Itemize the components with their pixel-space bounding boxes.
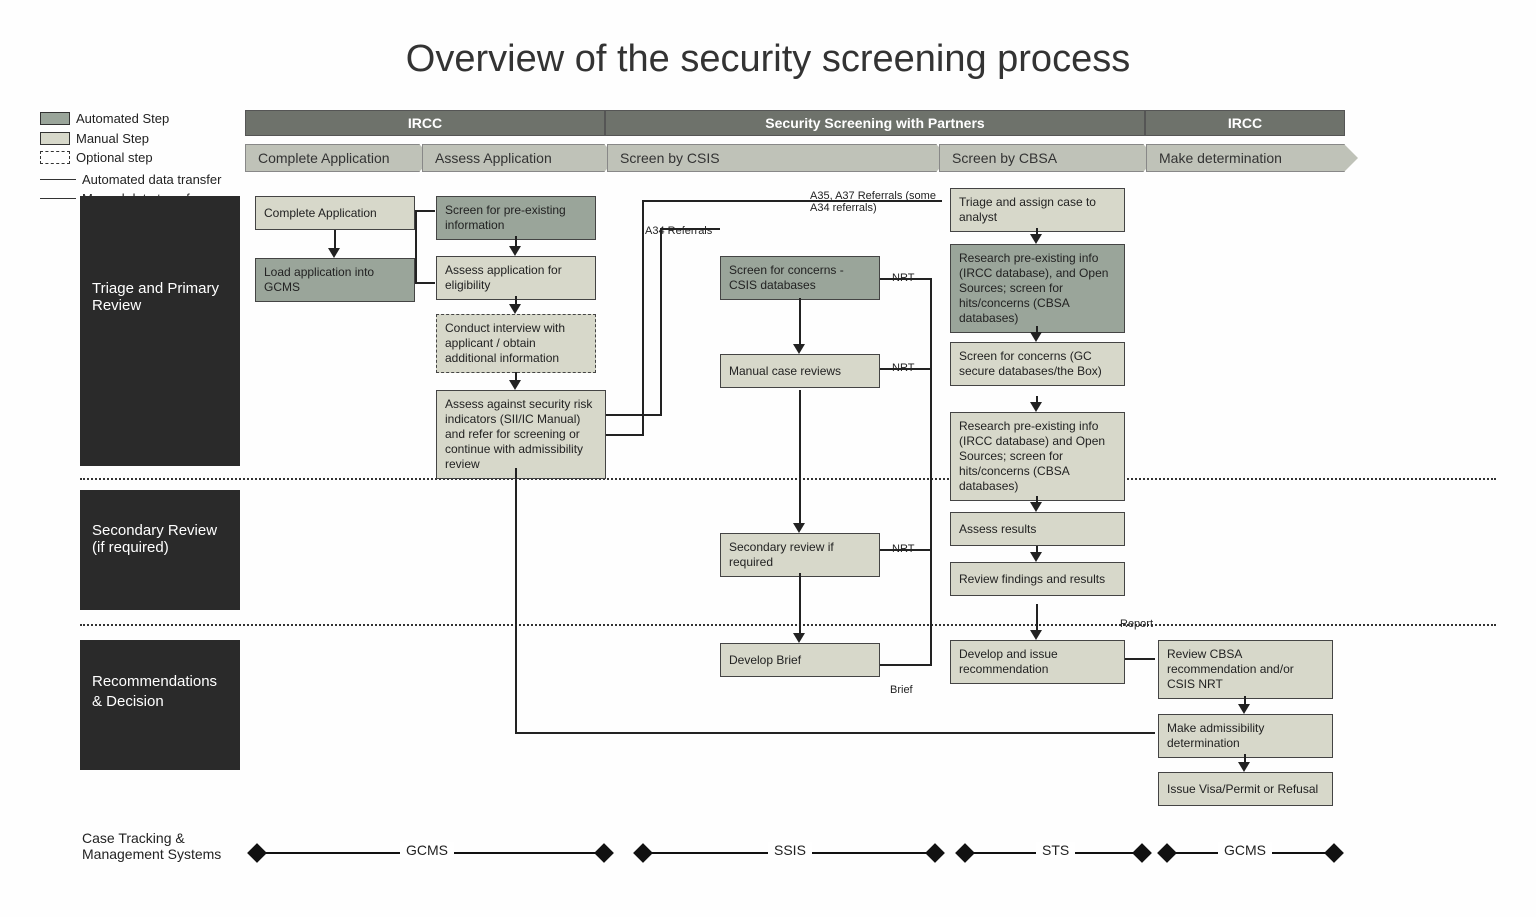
box-secondary-review: Secondary review if required <box>720 533 880 577</box>
arrow <box>606 414 662 416</box>
row-secondary-text: Secondary Review (if required) <box>92 522 228 556</box>
divider-1 <box>80 478 1496 480</box>
legend-swatch-optional <box>40 151 70 164</box>
arrow-icon <box>1030 630 1042 640</box>
arrow <box>799 573 801 635</box>
arrow-icon <box>1030 402 1042 412</box>
box-issue-visa: Issue Visa/Permit or Refusal <box>1158 772 1333 806</box>
arrow <box>1125 658 1155 660</box>
box-develop-brief: Develop Brief <box>720 643 880 677</box>
box-assess-eligibility: Assess application for eligibility <box>436 256 596 300</box>
arrow-icon <box>793 523 805 533</box>
annotation-report: Report <box>1120 618 1153 630</box>
row-triage-text: Triage and Primary Review <box>92 280 228 314</box>
arrow <box>515 732 1155 734</box>
legend-swatch-automated <box>40 112 70 125</box>
arrow <box>930 278 932 664</box>
diamond-icon <box>1132 843 1152 863</box>
box-develop-rec: Develop and issue recommendation <box>950 640 1125 684</box>
arrow-icon <box>1238 762 1250 772</box>
legend-swatch-manual <box>40 132 70 145</box>
diamond-icon <box>594 843 614 863</box>
row-triage-label: Triage and Primary Review <box>80 196 240 466</box>
arrow-icon <box>1030 234 1042 244</box>
legend-line-auto <box>40 179 76 180</box>
annotation-a34: A34 Referrals <box>645 225 712 237</box>
annotation-brief: Brief <box>890 684 913 696</box>
track-ssis: SSIS <box>768 842 812 858</box>
arrow-icon <box>1238 704 1250 714</box>
phase-assess: Assess Application <box>422 144 605 172</box>
box-screen-csis: Screen for concerns - CSIS databases <box>720 256 880 300</box>
header-ircc-2: IRCC <box>1145 110 1345 136</box>
legend-auto-transfer-label: Automated data transfer <box>82 171 221 189</box>
box-screen-pre: Screen for pre-existing information <box>436 196 596 240</box>
arrow-icon <box>1030 502 1042 512</box>
arrow-icon <box>328 248 340 258</box>
box-manual-case: Manual case reviews <box>720 354 880 388</box>
header-ircc-1: IRCC <box>245 110 605 136</box>
phase-cbsa: Screen by CBSA <box>939 144 1144 172</box>
box-load-gcms: Load application into GCMS <box>255 258 415 302</box>
divider-2 <box>80 624 1496 626</box>
arrow <box>660 228 662 416</box>
arrow-icon <box>1030 332 1042 342</box>
row-recom-text: Recommendations & Decision <box>92 672 228 711</box>
box-review-cbsa: Review CBSA recommendation and/or CSIS N… <box>1158 640 1333 699</box>
systems-label: Case Tracking & Management Systems <box>82 830 242 862</box>
arrow <box>1036 604 1038 632</box>
arrow <box>642 200 644 436</box>
box-review-findings: Review findings and results <box>950 562 1125 596</box>
arrow <box>515 468 517 734</box>
arrow <box>880 664 932 666</box>
legend-automated-label: Automated Step <box>76 110 169 128</box>
arrow <box>880 549 932 551</box>
row-secondary-label: Secondary Review (if required) <box>80 490 240 610</box>
arrow-icon <box>793 344 805 354</box>
phase-csis: Screen by CSIS <box>607 144 937 172</box>
legend-line-manual <box>40 198 76 199</box>
legend: Automated Step Manual Step Optional step… <box>40 110 221 210</box>
box-research-pre-2: Research pre-existing info (IRCC databas… <box>950 412 1125 501</box>
track-sts: STS <box>1036 842 1075 858</box>
arrow <box>415 210 435 212</box>
arrow-icon <box>509 380 521 390</box>
row-recom-label: Recommendations & Decision <box>80 640 240 770</box>
arrow <box>606 434 644 436</box>
arrow <box>880 278 932 280</box>
arrow <box>415 282 435 284</box>
box-assess-results: Assess results <box>950 512 1125 546</box>
diamond-icon <box>925 843 945 863</box>
arrow <box>799 298 801 346</box>
phase-determine: Make determination <box>1146 144 1345 172</box>
arrow-icon <box>509 246 521 256</box>
box-triage-assign: Triage and assign case to analyst <box>950 188 1125 232</box>
arrow <box>880 368 932 370</box>
box-make-admissibility: Make admissibility determination <box>1158 714 1333 758</box>
arrow-icon <box>509 304 521 314</box>
box-research-pre-1: Research pre-existing info (IRCC databas… <box>950 244 1125 333</box>
legend-optional-label: Optional step <box>76 149 153 167</box>
arrow-icon <box>793 633 805 643</box>
box-conduct-interview: Conduct interview with applicant / obtai… <box>436 314 596 373</box>
box-complete-application: Complete Application <box>255 196 415 230</box>
box-assess-indicators: Assess against security risk indicators … <box>436 390 606 479</box>
annotation-a35: A35, A37 Referrals (some A34 referrals) <box>810 190 940 214</box>
track-gcms-1: GCMS <box>400 842 454 858</box>
arrow <box>415 210 417 284</box>
diamond-icon <box>1324 843 1344 863</box>
arrow <box>799 390 801 525</box>
track-gcms-2: GCMS <box>1218 842 1272 858</box>
box-screen-gc: Screen for concerns (GC secure databases… <box>950 342 1125 386</box>
arrow-icon <box>1030 552 1042 562</box>
arrow <box>334 230 336 250</box>
legend-manual-label: Manual Step <box>76 130 149 148</box>
header-partners: Security Screening with Partners <box>605 110 1145 136</box>
page-title: Overview of the security screening proce… <box>406 38 1130 81</box>
phase-complete: Complete Application <box>245 144 420 172</box>
